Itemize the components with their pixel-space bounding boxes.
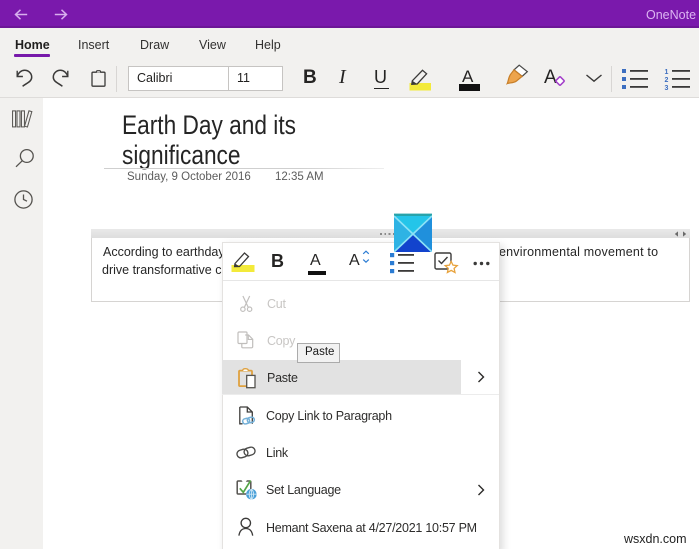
- svg-text:3: 3: [665, 85, 669, 90]
- svg-text:1: 1: [665, 69, 669, 76]
- svg-text:2: 2: [665, 77, 669, 84]
